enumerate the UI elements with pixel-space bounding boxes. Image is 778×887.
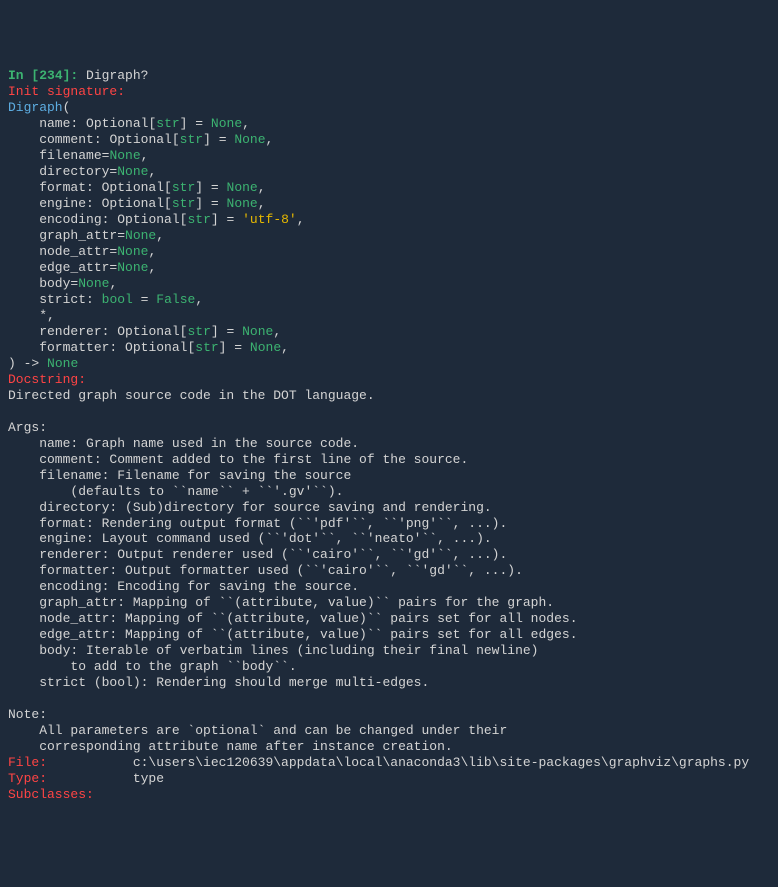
file-label: File: — [8, 755, 47, 770]
param-line: *, — [8, 308, 55, 323]
class-name: Digraph — [8, 100, 63, 115]
param-line: renderer: Optional[str] = None, — [8, 324, 281, 339]
param-line: formatter: Optional[str] = None, — [8, 340, 289, 355]
init-signature-label: Init signature: — [8, 84, 125, 99]
param-line: comment: Optional[str] = None, — [8, 132, 273, 147]
param-line: strict: bool = False, — [8, 292, 203, 307]
param-line: name: Optional[str] = None, — [8, 116, 250, 131]
param-line: edge_attr=None, — [8, 260, 156, 275]
param-line: body=None, — [8, 276, 117, 291]
query-text: Digraph? — [86, 68, 148, 83]
prompt-number: 234 — [39, 68, 62, 83]
type-value: type — [47, 771, 164, 786]
docstring-body: Directed graph source code in the DOT la… — [8, 388, 578, 755]
param-line: filename=None, — [8, 148, 148, 163]
type-label: Type: — [8, 771, 47, 786]
ipython-output: In [234]: Digraph? Init signature: Digra… — [8, 68, 770, 803]
param-line: encoding: Optional[str] = 'utf-8', — [8, 212, 305, 227]
param-line: format: Optional[str] = None, — [8, 180, 266, 195]
param-line: graph_attr=None, — [8, 228, 164, 243]
param-line: node_attr=None, — [8, 244, 156, 259]
prompt-close: ]: — [63, 68, 86, 83]
param-line: engine: Optional[str] = None, — [8, 196, 266, 211]
subclasses-label: Subclasses: — [8, 787, 94, 802]
prompt-in-label: In [ — [8, 68, 39, 83]
param-line: directory=None, — [8, 164, 156, 179]
file-value: c:\users\iec120639\appdata\local\anacond… — [47, 755, 749, 770]
docstring-label: Docstring: — [8, 372, 86, 387]
